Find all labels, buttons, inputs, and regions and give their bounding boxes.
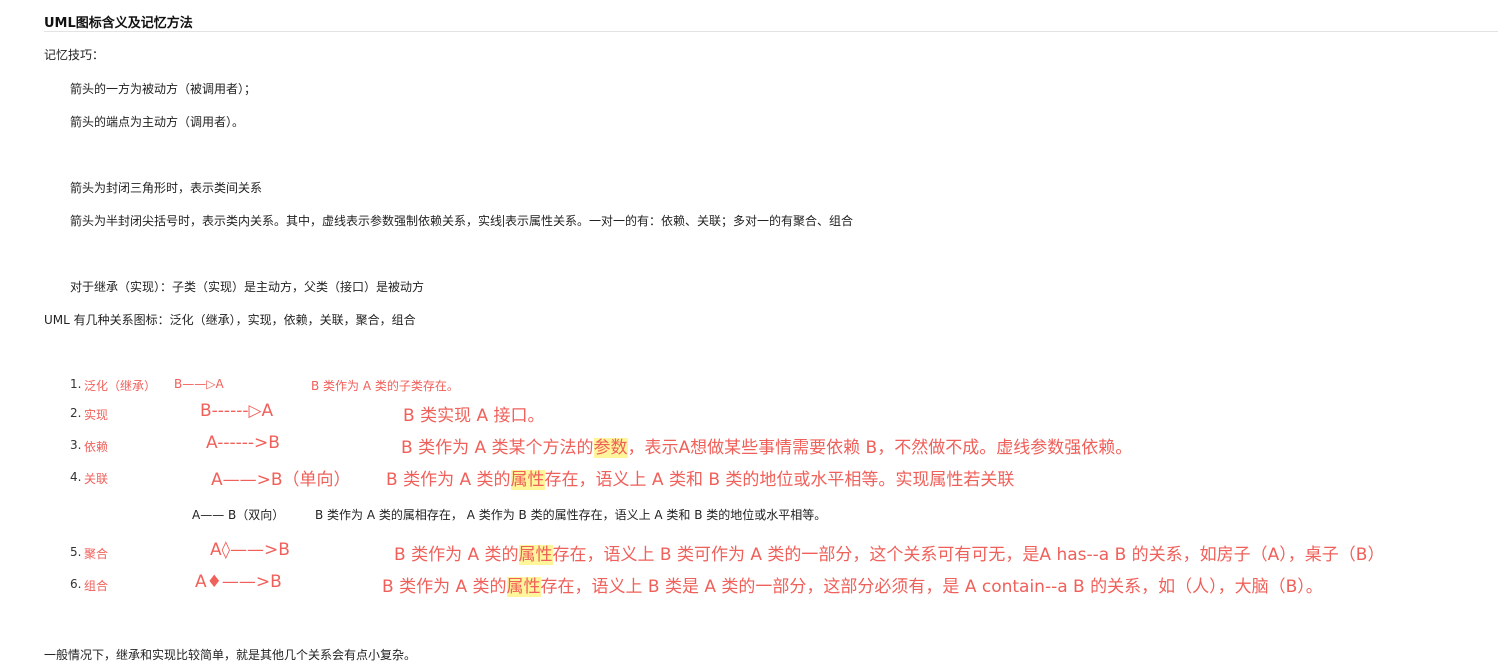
item-1-number: 1. [70,377,82,391]
item-3-arrow: A------>B [206,433,280,453]
item-5-desc: B 类作为 A 类的属性存在，语义上 B 类可作为 A 类的一部分，这个关系可有… [394,540,1384,565]
item-6-desc-a: B 类作为 A 类的 [382,577,507,597]
item-6-desc-b: 存在，语义上 B 类是 A 类的一部分，这部分必须有，是 A contain--… [540,577,1323,597]
item-3-desc-a: B 类作为 A 类某个方法的 [401,438,594,458]
bidirectional-desc: B 类作为 A 类的属相存在， A 类作为 B 类的属性存在，语义上 A 类和 … [315,508,827,522]
item-4-desc-a: B 类作为 A 类的 [386,470,511,490]
tip-line-3: 箭头为封闭三角形时，表示类间关系 [70,181,263,195]
item-6-arrow: A♦——>B [195,572,282,592]
item-2-desc: B 类实现 A 接口。 [403,406,545,426]
tip-line-4-part-a: 箭头为半封闭尖括号时，表示类内关系。其中，虚线表示参数强制依赖关系，实线 [70,214,503,228]
item-1-desc: B 类作为 A 类的子类存在。 [311,379,459,393]
tip-line-4-part-b: 表示属性关系。一对一的有：依赖、关联；多对一的有聚合、组合 [505,214,854,228]
tip-line-2: 箭头的端点为主动方（调用者）。 [70,115,245,129]
item-3-highlight: 参数 [593,438,628,458]
item-4-highlight: 属性 [510,470,545,490]
item-6-desc: B 类作为 A 类的属性存在，语义上 B 类是 A 类的一部分，这部分必须有，是… [382,572,1323,597]
title-divider [44,31,1498,32]
item-5-name: 聚合 [84,547,109,561]
item-5-highlight: 属性 [518,545,553,565]
item-2-arrow: B------▷A [200,401,274,421]
tip-line-1: 箭头的一方为被动方（被调用者）； [70,82,257,96]
page-title: UML图标含义及记忆方法 [44,16,193,31]
item-5-desc-a: B 类作为 A 类的 [394,545,519,565]
item-3-name: 依赖 [84,440,109,454]
item-1-name: 泛化（继承） [84,379,157,393]
item-2-number: 2. [70,406,82,420]
item-6-number: 6. [70,577,82,591]
item-5-arrow: A◊——>B [210,540,290,560]
item-4-desc: B 类作为 A 类的属性存在，语义上 A 类和 B 类的地位或水平相等。实现属性… [386,465,1014,490]
item-4-arrow: A——>B（单向） [211,470,351,490]
item-2-name: 实现 [84,408,109,422]
item-6-name: 组合 [84,579,109,593]
relations-intro: UML 有几种关系图标：泛化（继承），实现，依赖，关联，聚合，组合 [44,313,416,327]
footer-note: 一般情况下，继承和实现比较简单，就是其他几个关系会有点小复杂。 [44,648,417,662]
item-3-desc: B 类作为 A 类某个方法的参数，表示A想做某些事情需要依赖 B，不然做不成。虚… [401,433,1132,458]
bidirectional-arrow: A—— B（双向） [192,508,285,522]
item-5-number: 5. [70,545,82,559]
item-3-number: 3. [70,438,82,452]
tips-heading: 记忆技巧： [44,48,105,62]
tip-line-4: 箭头为半封闭尖括号时，表示类内关系。其中，虚线表示参数强制依赖关系，实线 表示属性… [70,212,853,229]
item-1-arrow: B——▷A [174,377,224,391]
item-4-desc-b: 存在，语义上 A 类和 B 类的地位或水平相等。实现属性若关联 [544,470,1015,490]
tip-line-5: 对于继承（实现）：子类（实现）是主动方，父类（接口）是被动方 [70,280,425,294]
item-5-desc-b: 存在，语义上 B 类可作为 A 类的一部分，这个关系可有可无，是A has--a… [552,545,1385,565]
item-3-desc-b: ，表示A想做某些事情需要依赖 B，不然做不成。虚线参数强依赖。 [627,438,1133,458]
item-4-number: 4. [70,470,82,484]
text-cursor [503,215,505,227]
item-6-highlight: 属性 [506,577,541,597]
item-4-name: 关联 [84,472,109,486]
